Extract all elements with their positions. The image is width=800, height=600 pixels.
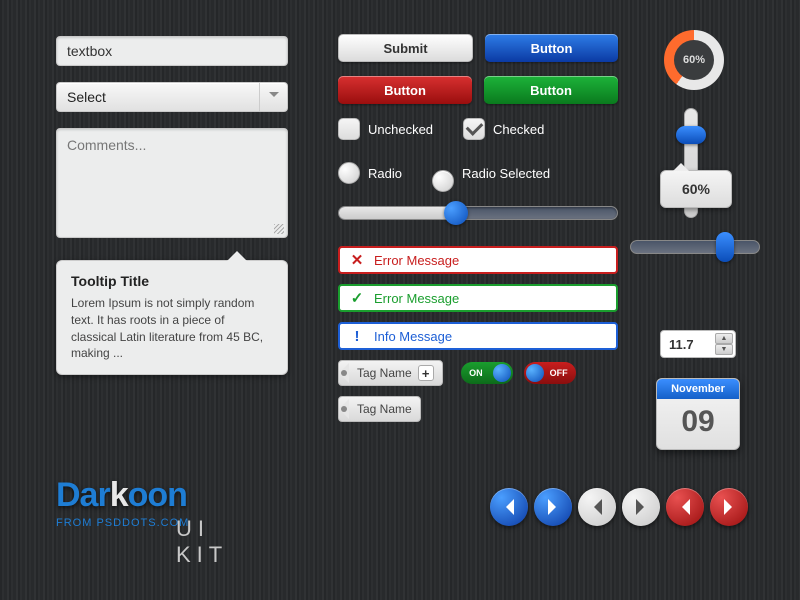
calendar-month: November bbox=[657, 379, 739, 399]
comments-textarea[interactable]: Comments... bbox=[56, 128, 288, 238]
radio-selected-icon bbox=[432, 170, 454, 192]
check-icon: ✓ bbox=[350, 289, 364, 307]
checkbox-checked[interactable]: Checked bbox=[463, 118, 544, 140]
tooltip-title: Tooltip Title bbox=[71, 273, 273, 289]
arrow-right-icon bbox=[636, 499, 652, 515]
checkbox-icon bbox=[338, 118, 360, 140]
pager-prev-red[interactable] bbox=[666, 488, 704, 526]
slider-knob[interactable] bbox=[444, 201, 468, 225]
tooltip-card: Tooltip Title Lorem Ipsum is not simply … bbox=[56, 260, 288, 375]
arrow-right-icon bbox=[724, 499, 740, 515]
stepper-up[interactable]: ▲ bbox=[715, 333, 733, 344]
vslider-knob[interactable] bbox=[676, 126, 706, 144]
checkmark-icon bbox=[463, 118, 485, 140]
info-message: !Info Message bbox=[338, 322, 618, 350]
info-icon: ! bbox=[350, 328, 364, 345]
tag-add[interactable]: Tag Name+ bbox=[338, 360, 443, 386]
plus-icon[interactable]: + bbox=[418, 365, 434, 381]
pager-next-red[interactable] bbox=[710, 488, 748, 526]
tag-hole-icon bbox=[341, 370, 347, 376]
slider-track bbox=[338, 206, 618, 220]
error-message: ✕Error Message bbox=[338, 246, 618, 274]
stepper-down[interactable]: ▼ bbox=[715, 344, 733, 355]
select-value: Select bbox=[67, 89, 106, 105]
chevron-down-icon bbox=[259, 83, 287, 111]
brand-logo: Darkoon FROM PSDDOTS.COM UI KIT bbox=[56, 476, 189, 529]
brand-name: Darkoon bbox=[56, 476, 189, 515]
textarea-placeholder: Comments... bbox=[67, 137, 146, 153]
horizontal-slider[interactable] bbox=[338, 206, 618, 222]
tag-plain[interactable]: Tag Name bbox=[338, 396, 421, 422]
brand-from: FROM PSDDOTS.COM bbox=[56, 517, 189, 529]
toggle-on[interactable]: ON bbox=[461, 362, 513, 384]
progress-gauge: 60% bbox=[664, 30, 724, 90]
radio-icon bbox=[338, 162, 360, 184]
stepper-value: 11.7 bbox=[669, 337, 694, 352]
gauge-value: 60% bbox=[674, 40, 714, 80]
textbox-input[interactable] bbox=[56, 36, 288, 66]
button-red[interactable]: Button bbox=[338, 76, 472, 104]
calendar-day: 09 bbox=[657, 399, 739, 449]
number-stepper[interactable]: 11.7 ▲ ▼ bbox=[660, 330, 736, 358]
pager-next-blue[interactable] bbox=[534, 488, 572, 526]
tooltip-body: Lorem Ipsum is not simply random text. I… bbox=[71, 295, 273, 362]
pager-prev-grey[interactable] bbox=[578, 488, 616, 526]
brand-kit: UI KIT bbox=[176, 516, 228, 568]
value-bubble: 60% bbox=[660, 170, 732, 208]
toggle-knob bbox=[493, 364, 511, 382]
hslider-knob[interactable] bbox=[716, 232, 734, 262]
x-icon: ✕ bbox=[350, 251, 364, 269]
pager-next-grey[interactable] bbox=[622, 488, 660, 526]
checkbox-unchecked[interactable]: Unchecked bbox=[338, 118, 433, 140]
radio-unselected[interactable]: Radio bbox=[338, 162, 402, 184]
success-message: ✓Error Message bbox=[338, 284, 618, 312]
toggle-knob bbox=[526, 364, 544, 382]
horizontal-slider-2[interactable] bbox=[630, 240, 760, 256]
arrow-right-icon bbox=[548, 499, 564, 515]
hslider-track bbox=[630, 240, 760, 254]
button-green[interactable]: Button bbox=[484, 76, 618, 104]
button-blue[interactable]: Button bbox=[485, 34, 618, 62]
toggle-off[interactable]: OFF bbox=[524, 362, 576, 384]
radio-selected[interactable]: Radio Selected bbox=[432, 154, 550, 192]
tag-hole-icon bbox=[341, 406, 347, 412]
slider-fill bbox=[339, 207, 456, 219]
arrow-left-icon bbox=[498, 499, 514, 515]
pager-prev-blue[interactable] bbox=[490, 488, 528, 526]
select-dropdown[interactable]: Select bbox=[56, 82, 288, 112]
pager-buttons bbox=[490, 488, 748, 526]
arrow-left-icon bbox=[586, 499, 602, 515]
submit-button[interactable]: Submit bbox=[338, 34, 473, 62]
calendar-widget[interactable]: November 09 bbox=[656, 378, 740, 450]
arrow-left-icon bbox=[674, 499, 690, 515]
